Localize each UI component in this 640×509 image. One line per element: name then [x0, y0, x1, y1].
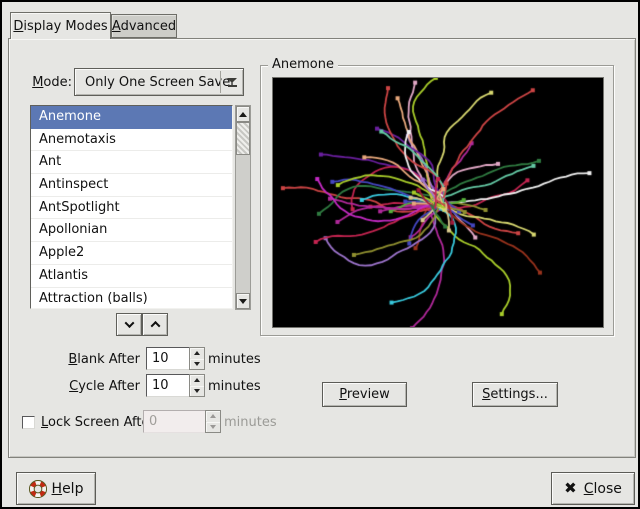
list-item[interactable]: Apollonian [31, 219, 232, 242]
anemone-preview-image [273, 78, 603, 327]
mode-label: Mode: [32, 75, 72, 90]
spin-down-icon[interactable] [190, 386, 204, 396]
cycle-after-spinner[interactable] [189, 374, 205, 397]
scroll-up-button[interactable] [236, 106, 250, 122]
lock-screen-label: Lock Screen After [41, 415, 155, 430]
spin-down-icon[interactable] [190, 359, 204, 369]
preview-frame-title: Anemone [268, 57, 338, 72]
life-preserver-icon [29, 480, 47, 498]
tab-display-modes[interactable]: Display Modes [10, 12, 111, 39]
blank-after-unit: minutes [208, 352, 261, 367]
lock-after-spinner [205, 410, 221, 433]
close-button[interactable]: ✖ Close [551, 472, 635, 505]
blank-after-spinner[interactable] [189, 347, 205, 370]
lock-after-input [143, 410, 206, 433]
mode-dropdown-value: Only One Screen Saver [75, 75, 236, 90]
settings-button[interactable]: Settings... [472, 382, 558, 407]
arrow-up-icon [239, 112, 247, 117]
saver-list-scrollbar[interactable] [235, 105, 251, 310]
scroll-down-button[interactable] [236, 293, 250, 309]
help-button[interactable]: Help [16, 472, 96, 505]
preview-button-label: Preview [339, 387, 390, 402]
list-item[interactable]: Ant [31, 151, 232, 174]
dropdown-arrow-icon [220, 71, 243, 93]
chevron-down-icon [124, 318, 134, 328]
tab-display-modes-label: Display Modes [13, 19, 107, 34]
cycle-after-input[interactable] [146, 374, 190, 397]
xscreensaver-preferences-dialog: Display Modes Advanced Mode: Only One Sc… [0, 0, 640, 509]
spin-up-icon[interactable] [190, 375, 204, 385]
preview-button[interactable]: Preview [322, 382, 407, 407]
arrow-down-icon [239, 299, 247, 304]
settings-button-label: Settings... [482, 387, 548, 402]
blank-after-label: Blank After [32, 352, 140, 367]
chevron-up-icon [150, 321, 160, 331]
lock-screen-checkbox[interactable] [22, 416, 35, 429]
scrollbar-thumb[interactable] [236, 122, 250, 155]
x-mark-icon: ✖ [564, 481, 577, 496]
lock-after-unit: minutes [224, 415, 277, 430]
blank-after-input[interactable] [146, 347, 190, 370]
mode-dropdown[interactable]: Only One Screen Saver [74, 68, 244, 96]
list-item[interactable]: Anemotaxis [31, 129, 232, 152]
list-item[interactable]: Anemone [31, 106, 232, 129]
move-down-button[interactable] [116, 313, 142, 336]
preview-area [272, 77, 604, 328]
list-item[interactable]: Apple2 [31, 242, 232, 265]
move-up-button[interactable] [142, 313, 168, 336]
list-item[interactable]: Antinspect [31, 174, 232, 197]
tab-advanced[interactable]: Advanced [111, 14, 177, 38]
cycle-after-label: Cycle After [32, 379, 140, 394]
list-item[interactable]: Attraction (balls) [31, 288, 232, 310]
list-item[interactable]: AntSpotlight [31, 197, 232, 220]
help-button-label: Help [52, 481, 84, 497]
tab-advanced-label: Advanced [112, 19, 176, 34]
spin-up-icon [206, 411, 220, 421]
saver-list[interactable]: AnemoneAnemotaxisAntAntinspectAntSpotlig… [30, 105, 233, 309]
cycle-after-unit: minutes [208, 379, 261, 394]
list-item[interactable]: Atlantis [31, 265, 232, 288]
spin-up-icon[interactable] [190, 348, 204, 358]
close-button-label: Close [584, 481, 622, 497]
spin-down-icon [206, 422, 220, 432]
